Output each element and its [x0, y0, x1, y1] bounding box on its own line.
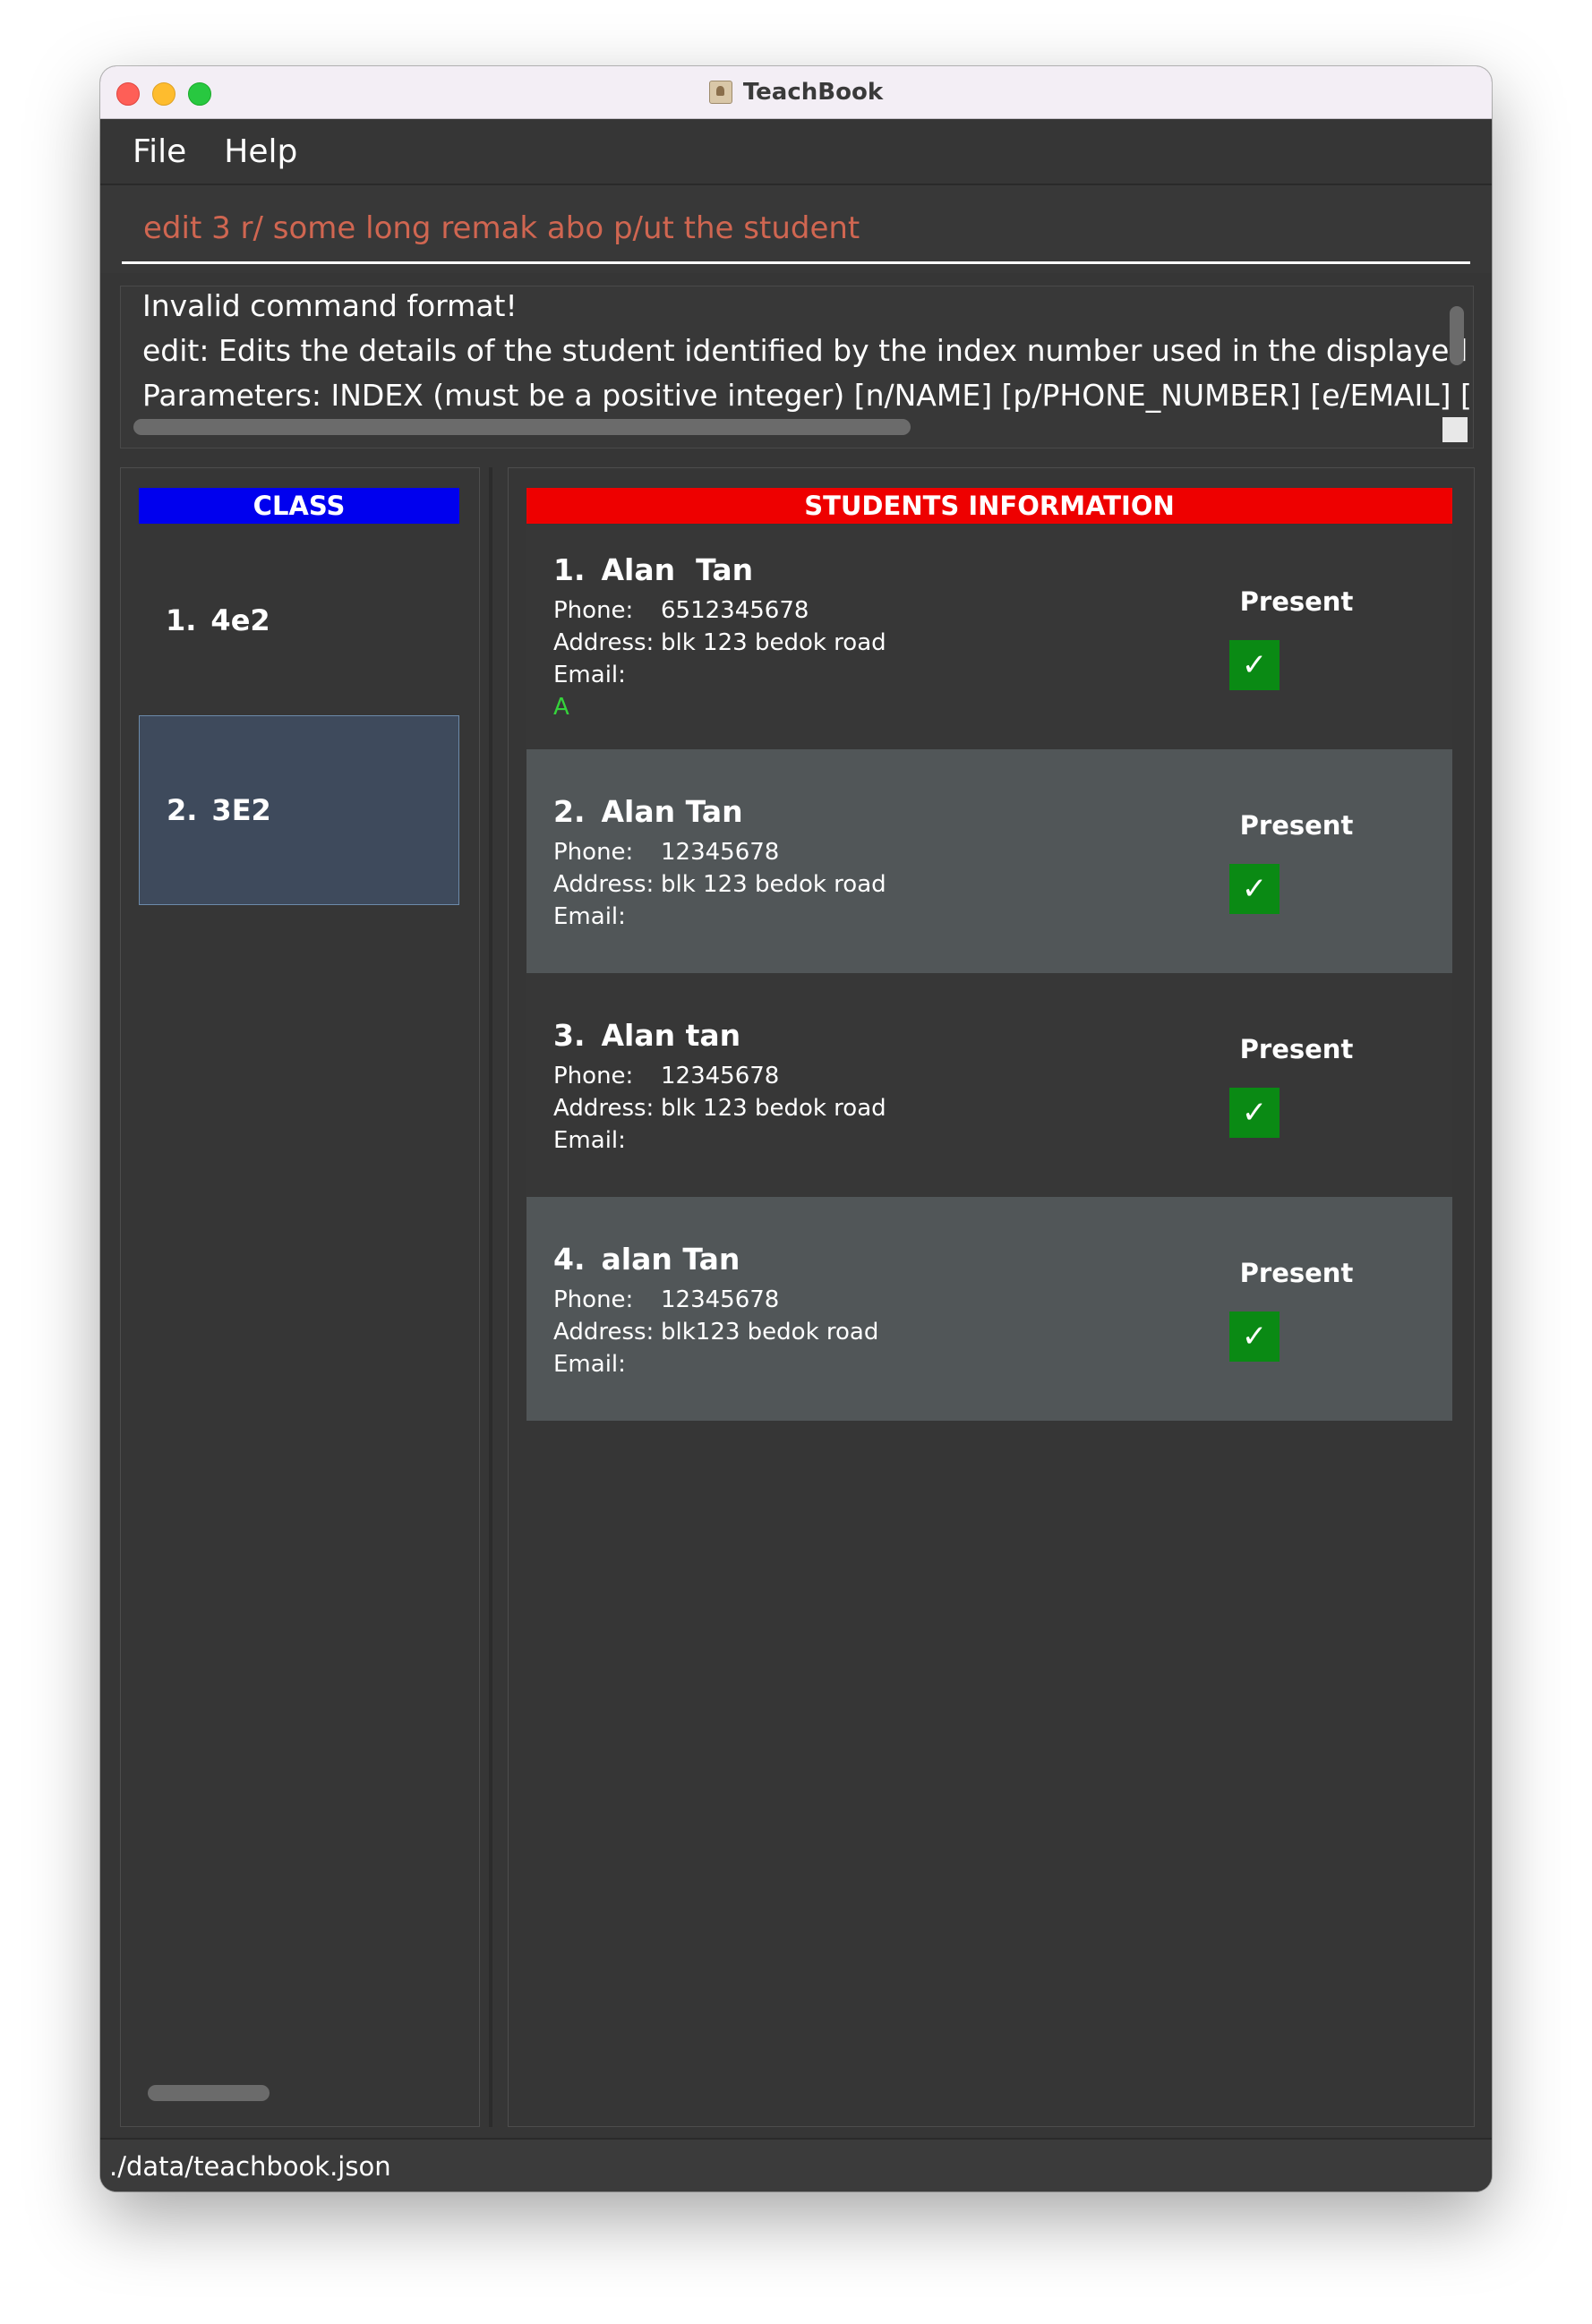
- student-name-row: 2. Alan Tan: [553, 794, 743, 829]
- present-label: Present: [1239, 586, 1354, 617]
- student-name-row: 4. alan Tan: [553, 1242, 740, 1277]
- student-email-row: Email:: [553, 1127, 661, 1154]
- student-address-row: Address: blk 123 bedok road: [553, 1095, 886, 1122]
- result-display[interactable]: Invalid command format! edit: Edits the …: [120, 286, 1474, 449]
- student-index: 3.: [553, 1018, 586, 1053]
- student-name: alan Tan: [601, 1242, 740, 1277]
- result-line-3: Parameters: INDEX (must be a positive in…: [142, 378, 1474, 413]
- student-address: blk123 bedok road: [661, 1319, 879, 1346]
- student-email-row: Email:: [553, 1351, 661, 1378]
- student-email-row: Email:: [553, 662, 661, 688]
- student-name: Alan Tan: [601, 794, 743, 829]
- student-address-row: Address: blk 123 bedok road: [553, 871, 886, 898]
- split-pane-divider[interactable]: [489, 467, 492, 2127]
- student-phone: 12345678: [661, 1063, 780, 1089]
- address-label: Address:: [553, 1319, 655, 1346]
- student-address: blk 123 bedok road: [661, 629, 886, 656]
- student-phone-row: Phone: 12345678: [553, 1063, 779, 1089]
- phone-label: Phone:: [553, 1063, 634, 1089]
- window-title: TeachBook: [742, 79, 884, 106]
- address-label: Address:: [553, 871, 655, 898]
- class-header: CLASS: [139, 488, 459, 524]
- student-name: Alan Tan: [601, 552, 754, 587]
- class-list-horizontal-scrollbar[interactable]: [148, 2085, 270, 2101]
- student-phone: 12345678: [661, 839, 780, 866]
- phone-label: Phone:: [553, 839, 634, 866]
- class-item-4e2[interactable]: 1. 4e2: [139, 525, 459, 715]
- attendance-checkbox[interactable]: ✓: [1229, 864, 1280, 914]
- student-phone: 12345678: [661, 1286, 780, 1313]
- email-label: Email:: [553, 1127, 626, 1154]
- student-list-panel: STUDENTS INFORMATION 1. Alan Tan Phone: 65…: [508, 467, 1475, 2127]
- student-phone-row: Phone: 12345678: [553, 839, 779, 866]
- student-card[interactable]: 3. Alan tan Phone: 12345678 Address: blk 12…: [526, 973, 1452, 1197]
- command-input[interactable]: [122, 194, 1470, 264]
- student-card[interactable]: 2. Alan Tan Phone: 12345678 Address: blk 12…: [526, 749, 1452, 973]
- student-address-row: Address: blk 123 bedok road: [553, 629, 886, 656]
- student-phone-row: Phone: 6512345678: [553, 597, 809, 624]
- student-address-row: Address: blk123 bedok road: [553, 1319, 878, 1346]
- student-email-row: Email:: [553, 903, 661, 930]
- email-label: Email:: [553, 1351, 626, 1378]
- class-item-name: 4e2: [210, 603, 270, 637]
- class-item-index: 1.: [166, 603, 197, 637]
- student-address: blk 123 bedok road: [661, 871, 886, 898]
- address-label: Address:: [553, 1095, 655, 1122]
- present-label: Present: [1239, 1258, 1354, 1288]
- app-window: TeachBook File Help Invalid command form…: [100, 66, 1492, 2192]
- student-name-row: 3. Alan tan: [553, 1018, 740, 1053]
- title-wrap: TeachBook: [100, 66, 1492, 118]
- save-location: ./data/teachbook.json: [109, 2151, 391, 2182]
- student-card[interactable]: 4. alan Tan Phone: 12345678 Address: blk123…: [526, 1197, 1452, 1421]
- student-index: 2.: [553, 794, 586, 829]
- attendance-checkbox[interactable]: ✓: [1229, 1312, 1280, 1362]
- class-item-index: 2.: [167, 793, 198, 827]
- student-name: Alan tan: [601, 1018, 741, 1053]
- result-horizontal-scrollbar[interactable]: [133, 419, 911, 435]
- email-label: Email:: [553, 662, 626, 688]
- class-item-3e2[interactable]: 2. 3E2: [139, 715, 459, 905]
- menu-help[interactable]: Help: [224, 133, 297, 170]
- student-remark: A: [553, 694, 569, 721]
- result-line-2: edit: Edits the details of the student i…: [142, 333, 1474, 368]
- command-box: [100, 185, 1492, 273]
- result-vertical-scrollbar[interactable]: [1450, 306, 1464, 365]
- present-label: Present: [1239, 1034, 1354, 1064]
- title-bar: TeachBook: [100, 66, 1492, 119]
- student-address: blk 123 bedok road: [661, 1095, 886, 1122]
- students-header: STUDENTS INFORMATION: [526, 488, 1452, 524]
- scroll-corner: [1442, 417, 1468, 442]
- attendance-checkbox[interactable]: ✓: [1229, 1088, 1280, 1138]
- status-bar: ./data/teachbook.json: [100, 2138, 1492, 2192]
- student-phone-row: Phone: 12345678: [553, 1286, 779, 1313]
- student-phone: 6512345678: [661, 597, 809, 624]
- class-list-panel: CLASS 1. 4e2 2. 3E2: [120, 467, 480, 2127]
- result-line-1: Invalid command format!: [142, 288, 518, 323]
- class-item-name: 3E2: [211, 793, 271, 827]
- menu-bar: File Help: [100, 119, 1492, 185]
- attendance-checkbox[interactable]: ✓: [1229, 640, 1280, 690]
- address-label: Address:: [553, 629, 655, 656]
- email-label: Email:: [553, 903, 626, 930]
- student-card[interactable]: 1. Alan Tan Phone: 6512345678 Address: blk …: [526, 525, 1452, 749]
- present-label: Present: [1239, 810, 1354, 841]
- phone-label: Phone:: [553, 1286, 634, 1313]
- app-icon: [708, 81, 732, 104]
- student-index: 1.: [553, 552, 586, 587]
- student-index: 4.: [553, 1242, 586, 1277]
- phone-label: Phone:: [553, 597, 634, 624]
- student-name-row: 1. Alan Tan: [553, 552, 753, 587]
- menu-file[interactable]: File: [133, 133, 186, 170]
